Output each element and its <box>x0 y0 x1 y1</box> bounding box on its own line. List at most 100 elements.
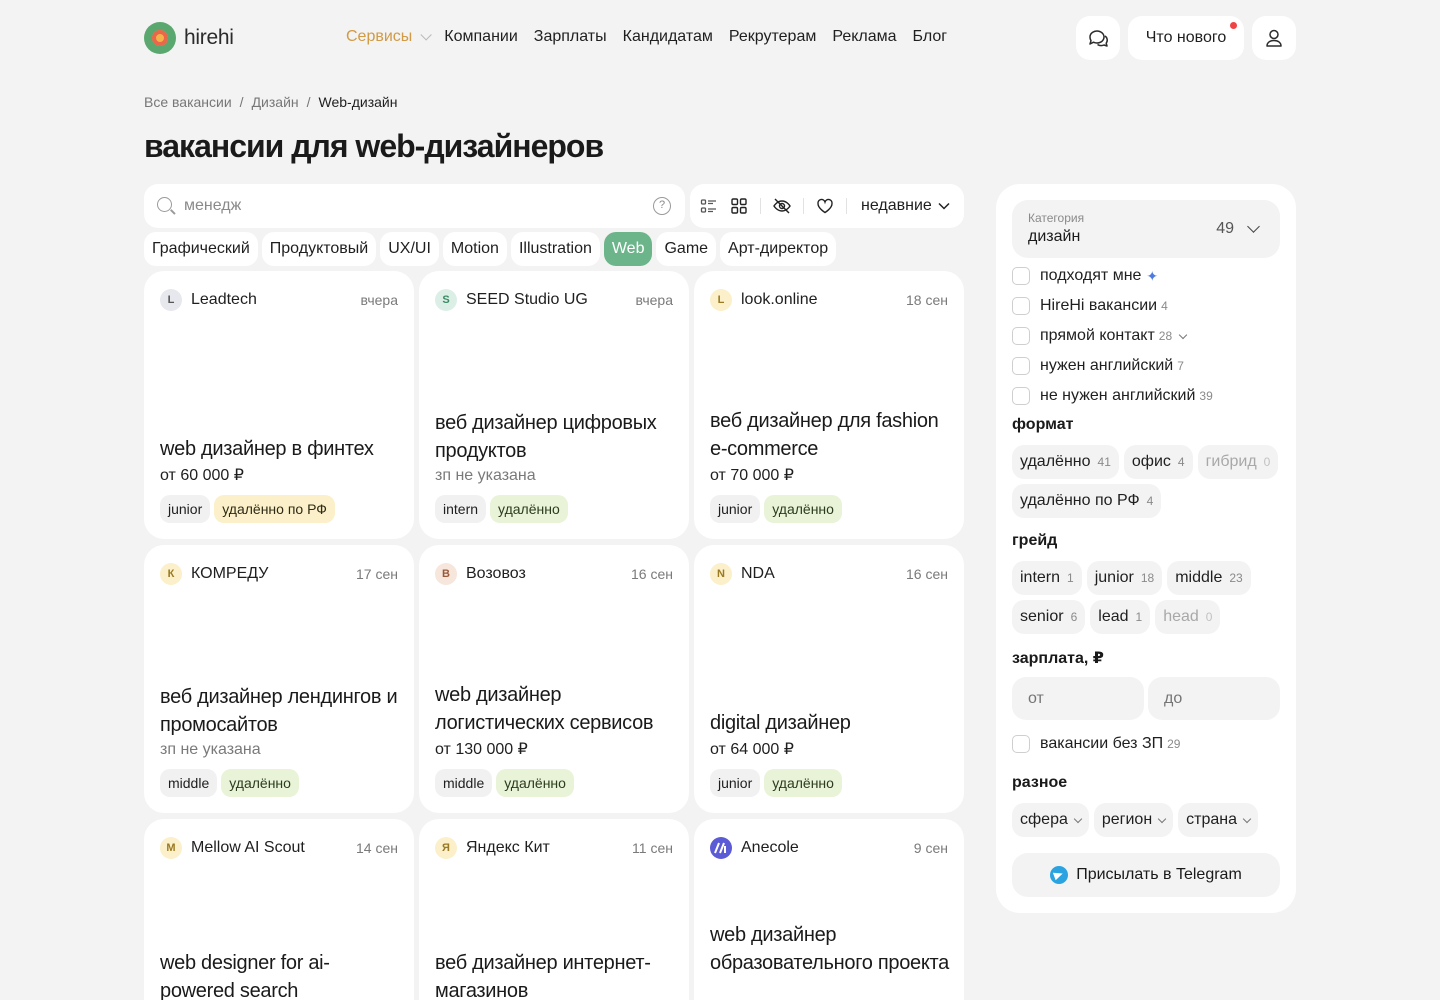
user-icon <box>1266 29 1282 47</box>
profile-button[interactable] <box>1252 16 1296 60</box>
vacancy-title: web designer for ai-powered search <box>160 952 330 1000</box>
grid-view-button[interactable] <box>724 191 754 221</box>
chip-graphic[interactable]: Графический <box>144 232 258 266</box>
vacancy-card[interactable]: К КОМРЕДУ 17 сен веб дизайнер лендингов … <box>144 545 414 813</box>
filter-label: нужен английский <box>1040 357 1174 374</box>
vacancy-card[interactable]: M Mellow AI Scout 14 сен web designer fo… <box>144 819 414 1000</box>
chip-uxui[interactable]: UX/UI <box>380 232 439 266</box>
post-date: 16 сен <box>906 566 948 582</box>
filter-no-english[interactable]: не нужен английский 39 <box>1012 381 1213 411</box>
company-avatar: M <box>160 837 182 859</box>
filter-hirehi[interactable]: HireHi вакансии 4 <box>1012 291 1213 321</box>
chip-motion[interactable]: Motion <box>442 232 507 266</box>
company-name: Anecole <box>741 839 799 856</box>
chat-button[interactable] <box>1076 16 1120 60</box>
filter-suits-me[interactable]: подходят мне ✦ <box>1012 261 1213 291</box>
vacancy-card[interactable]: N NDA 16 сен digital дизайнер от 64 000 … <box>694 545 964 813</box>
filter-no-salary[interactable]: вакансии без ЗП 29 <box>1012 729 1180 759</box>
chevron-down-icon <box>1247 220 1260 233</box>
eye-off-icon <box>773 198 791 214</box>
category-select[interactable]: Категория дизайн 49 <box>1012 200 1280 258</box>
format-tag: удалённо <box>221 769 299 797</box>
checkbox[interactable] <box>1012 267 1030 285</box>
salary-from-input[interactable] <box>1012 677 1144 720</box>
nav-item-companies[interactable]: Компании <box>444 28 518 46</box>
grade-lead[interactable]: lead 1 <box>1090 600 1151 634</box>
nav-item-blog[interactable]: Блог <box>913 28 948 46</box>
format-remote[interactable]: удалённо 41 <box>1012 445 1119 479</box>
checkbox[interactable] <box>1012 387 1030 405</box>
breadcrumb-all[interactable]: Все вакансии <box>144 94 232 110</box>
filter-label: не нужен английский <box>1040 387 1196 404</box>
vacancy-card[interactable]: L Leadtech вчера web дизайнер в финтех о… <box>144 271 414 539</box>
breadcrumb-design[interactable]: Дизайн <box>252 94 299 110</box>
grade-title: грейд <box>1012 532 1058 549</box>
nav-item-salaries[interactable]: Зарплаты <box>534 28 607 46</box>
grade-intern[interactable]: intern 1 <box>1012 561 1082 595</box>
checkbox[interactable] <box>1012 327 1030 345</box>
filter-count: 39 <box>1199 389 1213 403</box>
company-name: Яндекс Кит <box>466 839 550 856</box>
search-input[interactable] <box>184 184 644 228</box>
misc-region-dropdown[interactable]: регион <box>1093 803 1174 837</box>
salary-title: зарплата, ₽ <box>1012 650 1104 667</box>
vacancy-card[interactable]: В Возовоз 16 сен web дизайнер логистичес… <box>419 545 689 813</box>
sort-dropdown[interactable]: недавние <box>861 197 950 215</box>
nav-item-candidates[interactable]: Кандидатам <box>623 28 713 46</box>
format-hybrid[interactable]: гибрид 0 <box>1197 445 1279 479</box>
whats-new-button[interactable]: Что нового <box>1128 16 1244 60</box>
view-toolbar: недавние <box>690 184 964 228</box>
chip-game[interactable]: Game <box>656 232 717 266</box>
company-avatar: L <box>160 289 182 311</box>
vacancy-card[interactable]: Anecole 9 сен web дизайнер образовательн… <box>694 819 964 1000</box>
company-name: NDA <box>741 565 775 582</box>
logo[interactable]: hirehi <box>144 22 234 54</box>
help-icon[interactable]: ? <box>653 197 671 215</box>
post-date: 14 сен <box>356 840 398 856</box>
salary-to-input[interactable] <box>1148 677 1280 720</box>
grid-view-icon <box>731 198 747 214</box>
grade-tag: junior <box>160 495 211 523</box>
chip-illustration[interactable]: Illustration <box>510 232 600 266</box>
chip-product[interactable]: Продуктовый <box>261 232 377 266</box>
filter-label: HireHi вакансии <box>1040 297 1158 314</box>
grade-junior[interactable]: junior 18 <box>1086 561 1163 595</box>
divider <box>760 198 761 214</box>
filter-direct-contact[interactable]: прямой контакт 28 <box>1012 321 1213 351</box>
misc-country-dropdown[interactable]: страна <box>1178 803 1259 837</box>
grade-head[interactable]: head 0 <box>1155 600 1221 634</box>
chip-art-director[interactable]: Арт-директор <box>720 232 837 266</box>
heart-icon <box>817 198 833 214</box>
favorites-button[interactable] <box>810 191 840 221</box>
vacancy-card[interactable]: S SEED Studio UG вчера веб дизайнер цифр… <box>419 271 689 539</box>
telegram-subscribe-button[interactable]: Присылать в Telegram <box>1012 853 1280 897</box>
list-view-icon <box>700 199 716 213</box>
grade-middle[interactable]: middle 23 <box>1167 561 1251 595</box>
filter-label: подходят мне <box>1040 267 1142 284</box>
pill-label: гибрид <box>1205 453 1257 470</box>
nav-item-recruiters[interactable]: Рекрутерам <box>729 28 816 46</box>
salary: от 70 000 ₽ <box>710 467 794 484</box>
chevron-down-icon[interactable] <box>1178 330 1188 339</box>
nav-item-services[interactable]: Сервисы <box>346 28 433 46</box>
grade-senior[interactable]: senior 6 <box>1012 600 1086 634</box>
vacancy-card[interactable]: L look.online 18 сен веб дизайнер для fa… <box>694 271 964 539</box>
checkbox[interactable] <box>1012 357 1030 375</box>
checkbox[interactable] <box>1012 735 1030 753</box>
salary: от 60 000 ₽ <box>160 467 244 484</box>
breadcrumb-current: Web-дизайн <box>318 94 398 110</box>
format-office[interactable]: офис 4 <box>1123 445 1193 479</box>
vacancy-card[interactable]: Я Яндекс Кит 11 сен веб дизайнер интерне… <box>419 819 689 1000</box>
checkbox[interactable] <box>1012 297 1030 315</box>
misc-sphere-dropdown[interactable]: сфера <box>1012 803 1089 837</box>
misc-title: разное <box>1012 774 1068 791</box>
breadcrumb: Все вакансии / Дизайн / Web-дизайн <box>144 94 397 110</box>
chip-web[interactable]: Web <box>603 232 653 266</box>
list-view-button[interactable] <box>694 191 724 221</box>
whats-new-label: Что нового <box>1145 29 1227 46</box>
filter-english-required[interactable]: нужен английский 7 <box>1012 351 1213 381</box>
nav-item-ads[interactable]: Реклама <box>832 28 896 46</box>
hide-viewed-button[interactable] <box>767 191 797 221</box>
pill-count: 18 <box>1140 571 1155 585</box>
format-remote-rf[interactable]: удалённо по РФ 4 <box>1012 484 1162 518</box>
